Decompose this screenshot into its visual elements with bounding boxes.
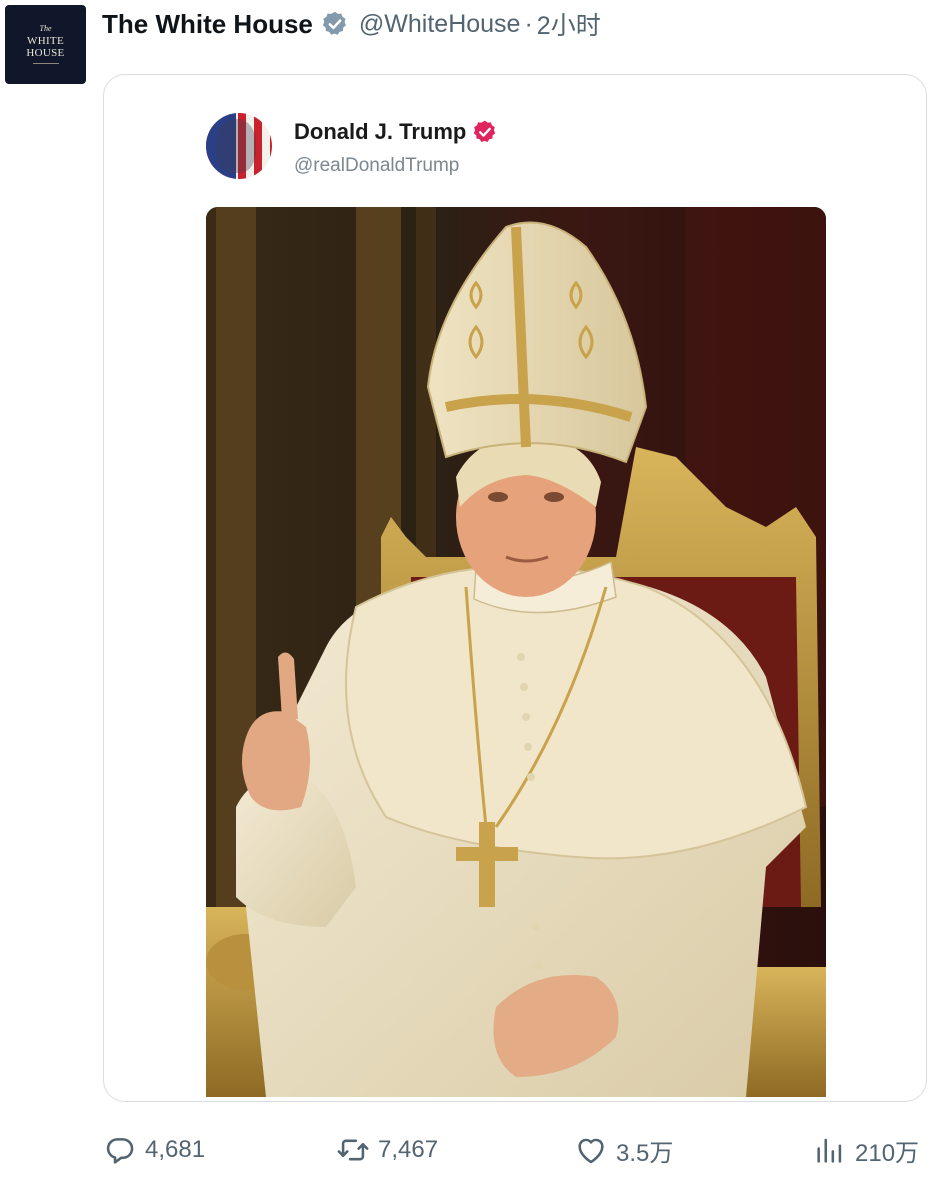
quoted-author-avatar[interactable]: [206, 113, 272, 179]
quoted-author-name[interactable]: Donald J. Trump: [294, 119, 466, 145]
avatar-text-the: The: [39, 24, 52, 33]
reply-button[interactable]: 4,681: [103, 1126, 205, 1174]
retweet-icon: [337, 1139, 369, 1161]
views-count: 210万: [855, 1139, 920, 1167]
tweet-header: The White House @WhiteHouse · 2小时: [102, 6, 601, 42]
retweet-button[interactable]: 7,467: [336, 1126, 438, 1174]
tweet-action-bar: 4,681 7,467 3.5万 210万: [0, 1126, 939, 1174]
reply-count: 4,681: [145, 1136, 206, 1163]
views-button[interactable]: 210万: [813, 1126, 919, 1174]
portrait-image[interactable]: [206, 207, 826, 1097]
heart-icon: [578, 1138, 604, 1164]
retweet-count: 7,467: [378, 1136, 439, 1163]
avatar-text-line2: HOUSE: [26, 47, 65, 59]
tweet-timestamp[interactable]: 2小时: [537, 6, 601, 42]
avatar-text-line1: WHITE: [27, 35, 64, 47]
author-display-name[interactable]: The White House: [102, 9, 313, 40]
verified-badge-icon: [474, 120, 496, 142]
reply-icon: [106, 1138, 134, 1164]
separator-dot: ·: [524, 9, 533, 38]
views-icon: [817, 1138, 842, 1163]
quoted-author-handle[interactable]: @realDonaldTrump: [294, 155, 459, 177]
like-button[interactable]: 3.5万: [574, 1126, 673, 1174]
portrait-illustration: [206, 207, 826, 1097]
white-house-avatar[interactable]: The WHITE HOUSE: [5, 5, 86, 84]
quoted-author-row: Donald J. Trump: [294, 119, 498, 145]
like-count: 3.5万: [616, 1139, 674, 1167]
author-handle[interactable]: @WhiteHouse: [359, 10, 521, 39]
quoted-post-card[interactable]: Donald J. Trump @realDonaldTrump: [103, 74, 927, 1102]
verified-badge-icon: [322, 11, 346, 35]
avatar-rule: [32, 63, 59, 64]
avatar-face: [216, 119, 256, 173]
